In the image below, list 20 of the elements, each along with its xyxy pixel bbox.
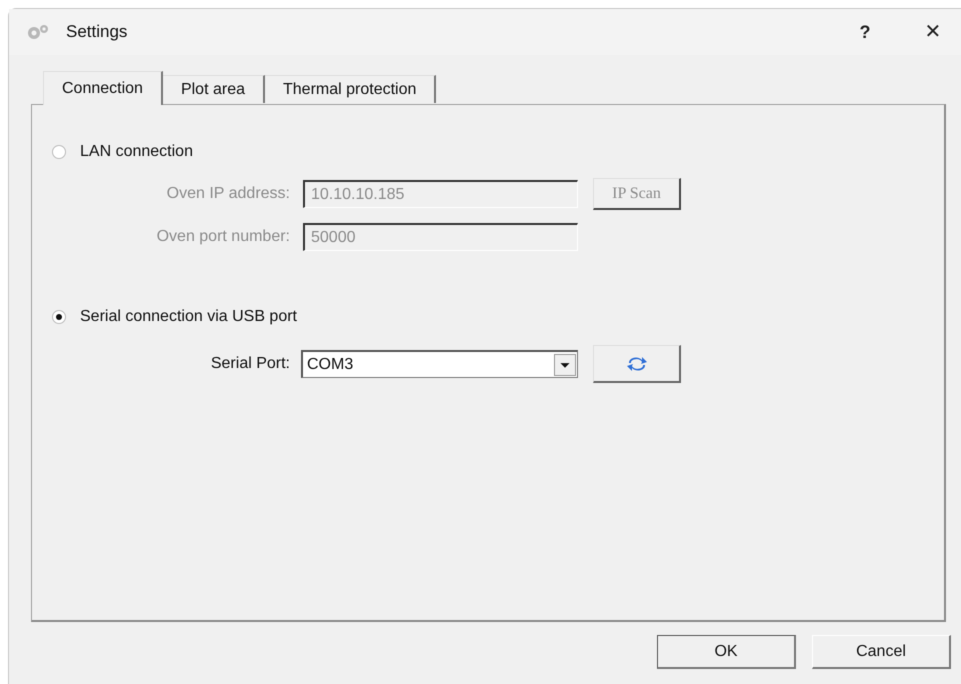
help-button[interactable]: ? [845,12,885,52]
radio-button[interactable] [52,310,66,324]
radio-label: Serial connection via USB port [80,307,297,327]
radio-label: LAN connection [80,142,193,162]
field-label: Serial Port: [210,354,290,374]
dialog-button[interactable]: OK [657,635,796,669]
dropdown-value: COM3 [306,354,354,374]
field-label: Oven port number: [156,227,290,247]
refresh-icon [626,354,648,372]
window-title: Settings [66,21,128,44]
field-label: Oven IP address: [166,184,290,204]
tab[interactable]: Connection [43,71,163,105]
tab[interactable]: Thermal protection [265,75,436,103]
tab[interactable]: Plot area [162,75,265,103]
dialog-button[interactable]: Cancel [812,635,951,669]
refresh-button[interactable] [593,345,681,383]
gears-icon [26,24,50,40]
close-button[interactable]: ✕ [913,12,953,52]
serial-port-dropdown[interactable]: COM3 [301,350,578,378]
radio-button[interactable] [52,145,66,159]
